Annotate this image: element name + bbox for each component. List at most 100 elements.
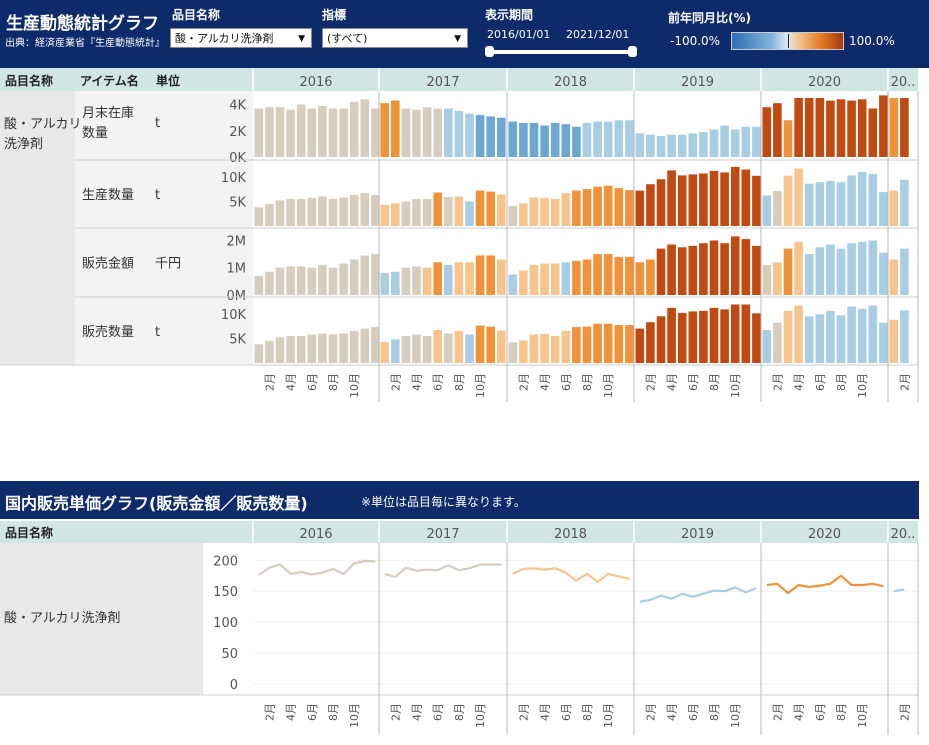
bar [804, 183, 814, 226]
bar [529, 122, 539, 157]
bar [433, 192, 442, 226]
bar [582, 259, 592, 295]
bar [783, 310, 793, 363]
bar [318, 333, 327, 363]
bar [391, 271, 400, 295]
month-tick-label: 2月 [389, 373, 402, 391]
column-header: 品目名称 [5, 73, 53, 88]
bar [349, 195, 359, 226]
month-tick-label: 6月 [687, 703, 700, 721]
bar [593, 186, 602, 226]
bar [709, 170, 719, 226]
month-tick-label: 2月 [389, 703, 402, 721]
bar [773, 103, 782, 157]
bar [339, 263, 348, 295]
bar [826, 100, 835, 157]
bar [677, 175, 687, 226]
month-tick-label: 10月 [474, 373, 487, 398]
bar [286, 109, 295, 157]
month-tick-label: 4月 [411, 703, 424, 721]
bar [401, 267, 411, 295]
bar [752, 175, 761, 226]
bar [572, 126, 581, 157]
year-label: 20.. [891, 527, 916, 542]
year-label: 20.. [891, 75, 916, 90]
bar [656, 248, 666, 295]
month-tick-label: 2月 [644, 373, 657, 391]
bar [667, 170, 676, 226]
bar [879, 192, 888, 226]
y-tick-label: 50 [221, 647, 238, 662]
bar [826, 244, 835, 295]
bar [380, 103, 389, 157]
month-tick-label: 10月 [729, 703, 742, 728]
bar [741, 169, 751, 226]
panel-name: 生産数量 [82, 187, 134, 203]
bar [625, 190, 634, 226]
bar [371, 327, 380, 363]
bar [307, 267, 317, 295]
bar [762, 195, 772, 226]
bar [699, 132, 708, 157]
month-tick-label: 8月 [453, 373, 466, 391]
month-tick-label: 8月 [327, 703, 340, 721]
bar [296, 199, 306, 226]
bar [752, 126, 761, 157]
bar [254, 344, 264, 363]
bar [879, 322, 888, 363]
bar [593, 323, 602, 363]
bar [465, 334, 474, 363]
bar [529, 197, 539, 226]
bar [572, 327, 581, 363]
bar [433, 108, 442, 157]
bar [550, 122, 560, 157]
bar [360, 255, 370, 295]
month-tick-label: 6月 [306, 703, 319, 721]
bar [371, 195, 380, 226]
bar [412, 199, 421, 226]
charts-svg: 品目名称 アイテム名 単位 2016 2017 2018 2019 2020 20.. 酸・アルカ… [0, 68, 919, 735]
bar [635, 190, 645, 226]
bar [433, 262, 442, 295]
panel-unit: 千円 [155, 257, 181, 272]
bar [614, 188, 624, 226]
bar [339, 333, 348, 363]
bar [794, 168, 803, 226]
y-tick-label: 0K [229, 151, 246, 166]
month-tick-label: 4月 [285, 703, 298, 721]
bar [889, 259, 899, 295]
month-tick-label: 8月 [581, 703, 594, 721]
bar [349, 331, 359, 363]
column-header: 単位 [156, 73, 180, 88]
bar [275, 337, 285, 363]
bar [762, 330, 772, 363]
bar [625, 256, 634, 295]
month-tick-label: 10月 [856, 703, 869, 728]
month-tick-label: 4月 [666, 703, 679, 721]
month-tick-label: 6月 [432, 703, 445, 721]
year-label: 2019 [681, 527, 714, 542]
month-tick-label: 8月 [708, 373, 721, 391]
month-tick-label: 4月 [793, 373, 806, 391]
bar [804, 98, 814, 157]
month-tick-label: 4月 [411, 373, 424, 391]
bar [593, 254, 602, 295]
bar [328, 199, 338, 226]
bar [497, 117, 506, 157]
bar [391, 339, 400, 363]
month-tick-label: 4月 [666, 373, 679, 391]
year-label: 2020 [808, 527, 841, 542]
bar [741, 304, 751, 363]
bar [603, 121, 613, 157]
bar [614, 256, 624, 295]
bar [339, 108, 348, 157]
month-tick-label: 10月 [602, 703, 615, 728]
bar [444, 265, 453, 295]
month-tick-label: 10月 [348, 373, 361, 398]
bar [265, 203, 274, 226]
month-tick-label: 8月 [453, 703, 466, 721]
bar [794, 241, 803, 295]
bar [275, 107, 285, 157]
year-label: 2017 [426, 527, 459, 542]
item-cell-bg [0, 91, 75, 365]
